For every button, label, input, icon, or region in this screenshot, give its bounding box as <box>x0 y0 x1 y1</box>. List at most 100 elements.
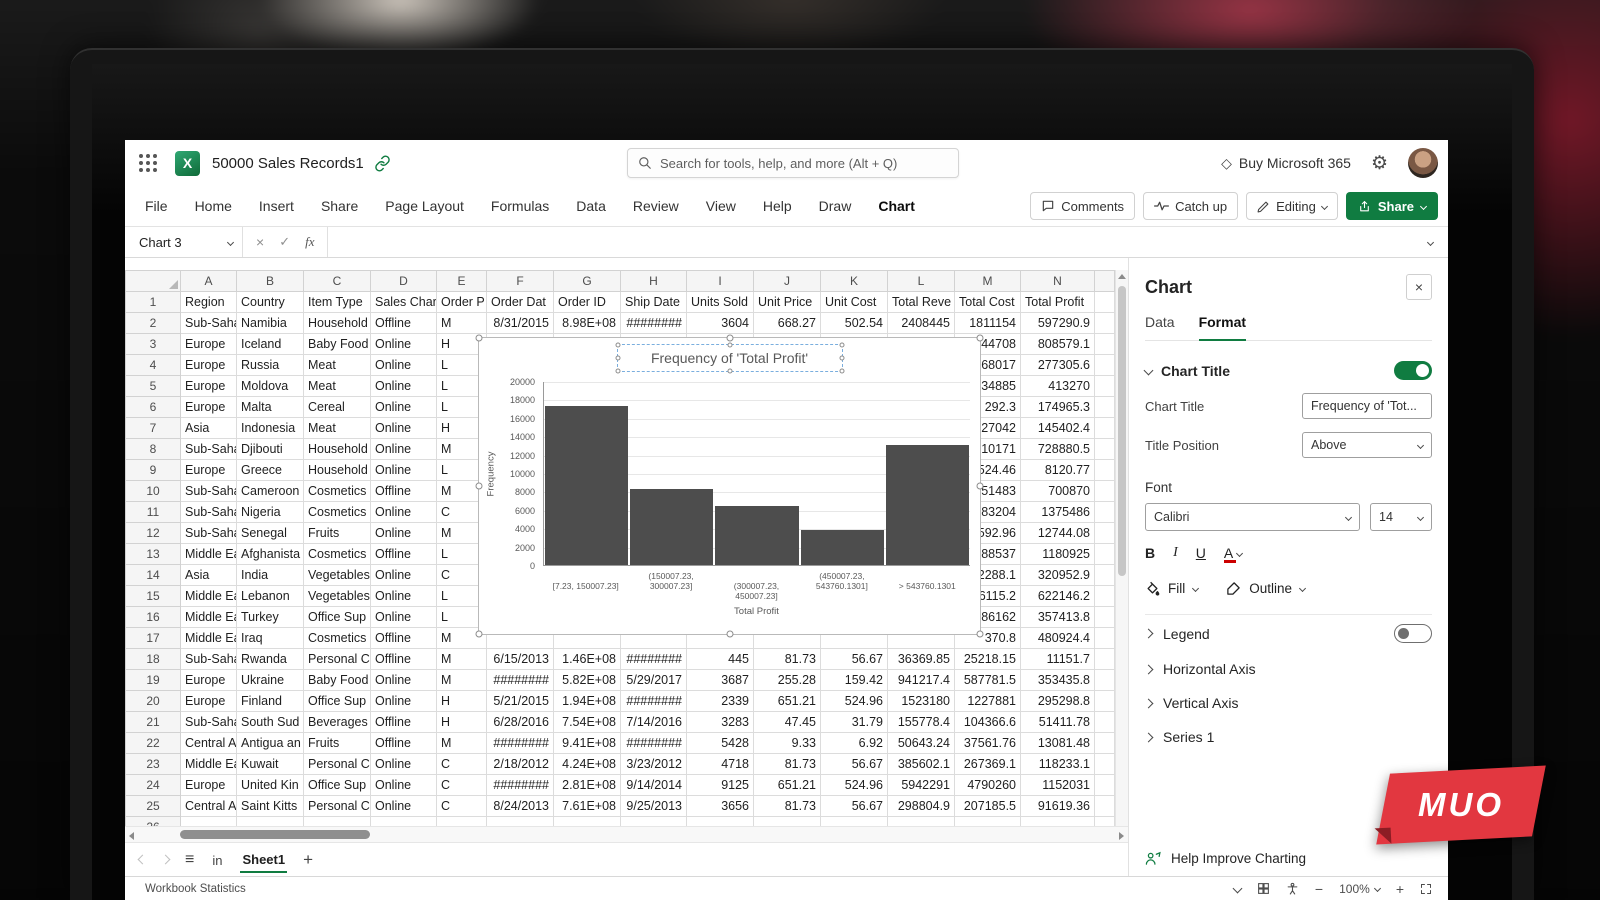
cell[interactable]: 9/25/2013 <box>621 796 687 817</box>
cell[interactable]: 622146.2 <box>1021 586 1095 607</box>
selection-handle[interactable] <box>839 369 844 374</box>
cell[interactable] <box>1021 817 1095 827</box>
menu-item-draw[interactable]: Draw <box>819 198 852 214</box>
cell[interactable]: M <box>437 733 487 754</box>
cell[interactable]: Offline <box>371 712 437 733</box>
selection-handle[interactable] <box>727 369 732 374</box>
cell[interactable]: 12744.08 <box>1021 523 1095 544</box>
cell[interactable]: Offline <box>371 481 437 502</box>
cell[interactable]: Meat <box>304 418 371 439</box>
cell[interactable]: Cosmetics <box>304 628 371 649</box>
selection-handle[interactable] <box>726 335 733 342</box>
cell[interactable] <box>1095 334 1115 355</box>
cell[interactable]: 7/14/2016 <box>621 712 687 733</box>
cell[interactable] <box>1095 523 1115 544</box>
cell[interactable]: Europe <box>181 355 237 376</box>
cell[interactable]: Total Profit <box>1021 292 1095 313</box>
chart-bar[interactable] <box>886 445 969 565</box>
confirm-entry-icon[interactable]: ✓ <box>279 234 290 250</box>
cell[interactable]: 413270 <box>1021 376 1095 397</box>
column-header-h[interactable]: H <box>621 271 687 292</box>
cell[interactable]: 3687 <box>687 670 754 691</box>
cell[interactable]: Online <box>371 775 437 796</box>
menu-item-formulas[interactable]: Formulas <box>491 198 549 214</box>
cell[interactable]: Offline <box>371 649 437 670</box>
cell[interactable]: 6/28/2016 <box>487 712 554 733</box>
cell[interactable]: 728880.5 <box>1021 439 1095 460</box>
row-header-15[interactable]: 15 <box>126 586 181 607</box>
cell[interactable]: 56.67 <box>821 754 888 775</box>
cell[interactable]: 524.96 <box>821 691 888 712</box>
column-header-j[interactable]: J <box>754 271 821 292</box>
cell[interactable]: Middle Ea <box>181 544 237 565</box>
cell[interactable]: Ship Date <box>621 292 687 313</box>
cell[interactable]: Sub-Sahar <box>181 481 237 502</box>
row-header-18[interactable]: 18 <box>126 649 181 670</box>
font-color-button[interactable]: A <box>1224 545 1242 561</box>
cell[interactable]: Finland <box>237 691 304 712</box>
cell[interactable]: Order Dat <box>487 292 554 313</box>
cell[interactable]: M <box>437 649 487 670</box>
column-header-l[interactable]: L <box>888 271 955 292</box>
workbook-statistics[interactable]: Workbook Statistics <box>145 883 246 895</box>
cell[interactable]: Household <box>304 460 371 481</box>
row-header-8[interactable]: 8 <box>126 439 181 460</box>
cell[interactable]: Meat <box>304 355 371 376</box>
column-header-n[interactable]: N <box>1021 271 1095 292</box>
row-header-19[interactable]: 19 <box>126 670 181 691</box>
menu-item-chart[interactable]: Chart <box>878 198 915 214</box>
row-header-24[interactable]: 24 <box>126 775 181 796</box>
cell[interactable]: Greece <box>237 460 304 481</box>
cell[interactable]: 597290.9 <box>1021 313 1095 334</box>
app-launcher-icon[interactable] <box>139 154 157 172</box>
help-improve-charting-link[interactable]: Help Improve Charting <box>1145 851 1306 866</box>
cell[interactable]: Office Sup <box>304 607 371 628</box>
scroll-up-arrow[interactable] <box>1118 274 1126 279</box>
cell[interactable]: Middle Ea <box>181 607 237 628</box>
cell[interactable]: Country <box>237 292 304 313</box>
cell[interactable] <box>181 817 237 827</box>
cell[interactable]: 6.92 <box>821 733 888 754</box>
cell[interactable] <box>1095 376 1115 397</box>
cell[interactable]: H <box>437 691 487 712</box>
cell[interactable]: 4718 <box>687 754 754 775</box>
cell[interactable]: Online <box>371 586 437 607</box>
row-header-14[interactable]: 14 <box>126 565 181 586</box>
cell[interactable]: Region <box>181 292 237 313</box>
cell[interactable]: Online <box>371 565 437 586</box>
cell[interactable]: 3656 <box>687 796 754 817</box>
cell[interactable]: 5942291 <box>888 775 955 796</box>
cell[interactable]: 298804.9 <box>888 796 955 817</box>
collapse-chevron-icon[interactable] <box>1232 884 1242 894</box>
scroll-left-arrow[interactable] <box>129 832 134 840</box>
cell[interactable]: 700870 <box>1021 481 1095 502</box>
cell[interactable]: Offline <box>371 628 437 649</box>
cell[interactable]: Total Reve <box>888 292 955 313</box>
cell[interactable] <box>1095 607 1115 628</box>
cell[interactable]: Cosmetics <box>304 481 371 502</box>
italic-button[interactable]: I <box>1173 545 1178 561</box>
cell[interactable]: ######## <box>487 733 554 754</box>
cell[interactable] <box>1095 313 1115 334</box>
fullscreen-icon[interactable] <box>1420 883 1432 895</box>
cell[interactable]: 255.28 <box>754 670 821 691</box>
cell[interactable]: Vegetables <box>304 565 371 586</box>
cell[interactable] <box>437 817 487 827</box>
row-header-21[interactable]: 21 <box>126 712 181 733</box>
cell[interactable]: 295298.8 <box>1021 691 1095 712</box>
cell[interactable]: H <box>437 712 487 733</box>
cell[interactable]: 9/14/2014 <box>621 775 687 796</box>
cell[interactable]: Malta <box>237 397 304 418</box>
row-header-23[interactable]: 23 <box>126 754 181 775</box>
font-family-select[interactable]: Calibri <box>1145 503 1360 531</box>
cell[interactable]: Offline <box>371 544 437 565</box>
menu-item-insert[interactable]: Insert <box>259 198 294 214</box>
cell[interactable] <box>1095 691 1115 712</box>
cell[interactable]: Central An <box>181 796 237 817</box>
cell[interactable]: 1.94E+08 <box>554 691 621 712</box>
column-header-g[interactable]: G <box>554 271 621 292</box>
column-header-b[interactable]: B <box>237 271 304 292</box>
cell[interactable]: Online <box>371 754 437 775</box>
cell[interactable]: Office Sup <box>304 691 371 712</box>
cell[interactable] <box>1095 460 1115 481</box>
